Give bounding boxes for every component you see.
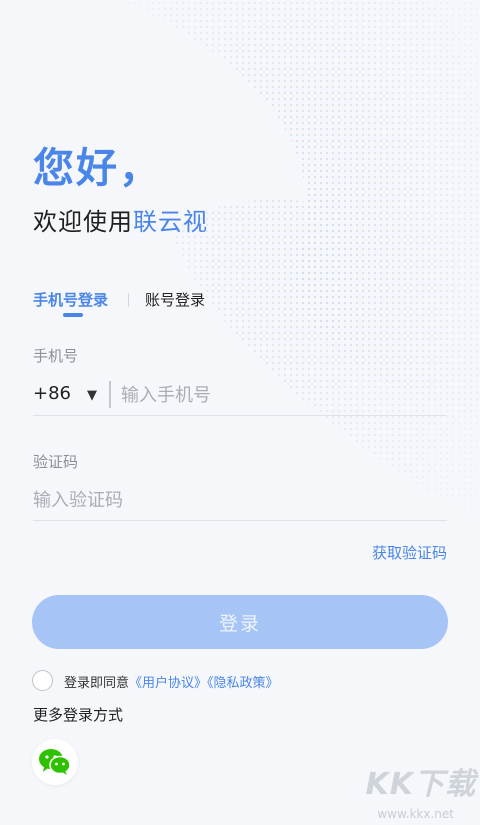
- phone-underline: [33, 415, 447, 416]
- phone-field-divider: [109, 381, 111, 408]
- login-screen: 您好， 欢迎使用联云视 手机号登录 账号登录 手机号 +86 ▼ 验证码 获取验…: [0, 0, 480, 825]
- greeting-title: 您好，: [33, 144, 162, 192]
- wechat-login-button[interactable]: [32, 739, 78, 785]
- welcome-prefix: 欢迎使用: [33, 208, 133, 236]
- watermark-url: www.kkx.net: [377, 807, 454, 821]
- tab-active-indicator: [63, 313, 83, 317]
- agreement-checkbox[interactable]: [32, 670, 53, 691]
- chevron-down-icon[interactable]: ▼: [87, 388, 97, 403]
- user-agreement-link[interactable]: 《用户协议》: [129, 676, 207, 691]
- agreement-text: 登录即同意《用户协议》《隐私政策》: [64, 672, 279, 691]
- watermark-logo: KK下载: [365, 767, 476, 802]
- verification-code-input[interactable]: [33, 486, 433, 514]
- login-button[interactable]: 登录: [32, 595, 448, 649]
- phone-label: 手机号: [33, 347, 79, 365]
- welcome-text: 欢迎使用联云视: [33, 202, 208, 237]
- code-underline: [33, 520, 447, 521]
- agreement-prefix: 登录即同意: [64, 676, 130, 691]
- tab-phone-login[interactable]: 手机号登录: [33, 289, 108, 310]
- phone-input[interactable]: [121, 381, 441, 409]
- wechat-icon: [39, 749, 71, 775]
- code-label: 验证码: [33, 453, 79, 471]
- privacy-policy-link[interactable]: 《隐私政策》: [207, 676, 279, 691]
- country-code-selector[interactable]: +86: [33, 383, 71, 404]
- brand-name: 联云视: [133, 208, 208, 236]
- tab-account-login[interactable]: 账号登录: [145, 289, 205, 310]
- tab-divider: [128, 293, 129, 307]
- more-login-title: 更多登录方式: [33, 706, 124, 724]
- get-code-link[interactable]: 获取验证码: [372, 542, 447, 563]
